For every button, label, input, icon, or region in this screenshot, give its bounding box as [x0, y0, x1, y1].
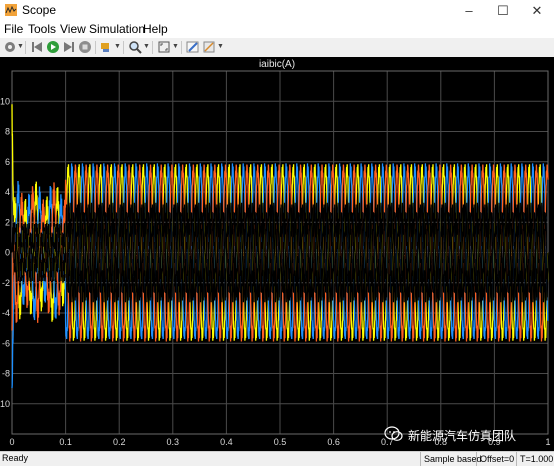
- y-tick-label: -10: [0, 399, 10, 409]
- zoom-dropdown-icon[interactable]: ▼: [143, 43, 150, 50]
- toolbar-separator: [95, 41, 96, 54]
- y-tick-label: 10: [0, 96, 10, 106]
- highlight-dropdown-icon[interactable]: ▼: [114, 43, 121, 50]
- toolbar: ▼ ▼ ▼ ▼ ▼: [0, 38, 554, 58]
- minimize-button[interactable]: –: [452, 0, 486, 21]
- scope-display[interactable]: 0 0.1 0.2 0.3 0.4 0.5 0.6 0.7 0.8 0.9 1 10 8 6 4 2 0 -2 -4…: [0, 57, 554, 451]
- x-tick-label: 0.2: [113, 437, 126, 447]
- status-bar: Ready Sample based Offset=0 T=1.000: [0, 451, 554, 466]
- toolbar-separator: [181, 41, 182, 54]
- close-button[interactable]: ✕: [520, 0, 554, 21]
- fit-view-dropdown-icon[interactable]: ▼: [172, 43, 179, 50]
- y-tick-label: 6: [5, 157, 10, 167]
- offset-status: Offset=0: [476, 452, 514, 466]
- status-ready: Ready: [2, 453, 29, 463]
- trace-ripple: [11, 202, 549, 303]
- menu-view[interactable]: View: [60, 22, 86, 36]
- plot-canvas[interactable]: 0 0.1 0.2 0.3 0.4 0.5 0.6 0.7 0.8 0.9 11086420-2-4…: [0, 57, 554, 451]
- toolbar-separator: [123, 41, 124, 54]
- y-tick-label: 2: [5, 217, 10, 227]
- y-tick-label: 0: [5, 248, 10, 258]
- plot-title: iaibic(A): [258, 59, 296, 70]
- maximize-button[interactable]: ☐: [486, 0, 520, 21]
- run-icon[interactable]: [46, 40, 60, 54]
- step-back-icon[interactable]: [30, 40, 44, 54]
- fit-view-icon[interactable]: [157, 40, 171, 54]
- toolbar-separator: [152, 41, 153, 54]
- settings-dropdown-icon[interactable]: ▼: [17, 43, 24, 50]
- y-tick-label: -4: [2, 308, 10, 318]
- sample-mode-status: Sample based: [420, 452, 482, 466]
- menu-simulation[interactable]: Simulation: [89, 22, 145, 36]
- wechat-logo-icon: [384, 426, 403, 441]
- title-bar: Scope – ☐ ✕: [0, 0, 554, 21]
- y-tick-label: -8: [2, 369, 10, 379]
- settings-icon[interactable]: [3, 40, 17, 54]
- x-tick-label: 0.1: [59, 437, 72, 447]
- scope-app-icon: [5, 4, 17, 16]
- menu-help[interactable]: Help: [143, 22, 168, 36]
- properties-icon[interactable]: [202, 40, 216, 54]
- properties-dropdown-icon[interactable]: ▼: [217, 43, 224, 50]
- zoom-icon[interactable]: [128, 40, 142, 54]
- x-tick-label: 0.4: [220, 437, 233, 447]
- x-tick-label: 0.5: [274, 437, 287, 447]
- x-tick-label: 0.3: [167, 437, 180, 447]
- y-tick-label: 8: [5, 127, 10, 137]
- x-tick-label: 0: [9, 437, 14, 447]
- highlight-icon[interactable]: [99, 40, 113, 54]
- menu-file[interactable]: File: [4, 22, 23, 36]
- toolbar-separator: [25, 41, 26, 54]
- time-status: T=1.000: [516, 452, 553, 466]
- edit-style-icon[interactable]: [186, 40, 200, 54]
- step-forward-icon[interactable]: [62, 40, 76, 54]
- y-tick-label: 4: [5, 187, 10, 197]
- x-tick-label: 1: [545, 437, 550, 447]
- menu-bar: File Tools View Simulation Help: [0, 21, 554, 38]
- y-tick-label: -2: [2, 278, 10, 288]
- x-tick-label: 0.6: [327, 437, 340, 447]
- stop-icon[interactable]: [78, 40, 92, 54]
- watermark-text: 新能源汽车仿真团队: [408, 429, 517, 443]
- menu-tools[interactable]: Tools: [28, 22, 56, 36]
- window-title: Scope: [22, 3, 57, 17]
- y-tick-label: -6: [2, 338, 10, 348]
